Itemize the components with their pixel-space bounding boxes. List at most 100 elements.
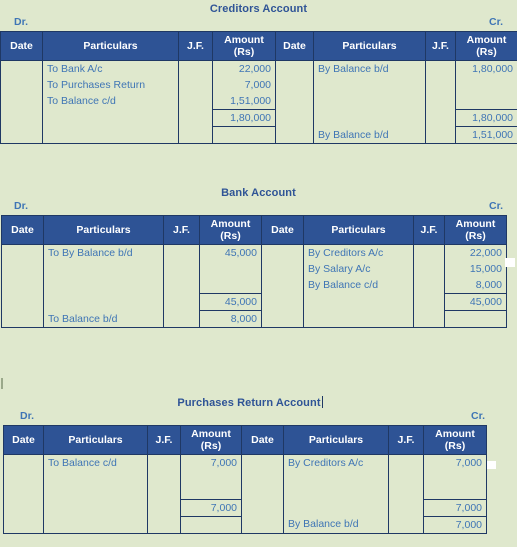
cell-jf-credit[interactable]	[413, 310, 445, 328]
cell-jf-credit[interactable]	[425, 109, 456, 127]
cell-amount-debit[interactable]	[180, 485, 242, 499]
ledger-table-bank[interactable]: Date Particulars J.F. Amount (Rs) Date P…	[1, 215, 507, 328]
cell-date-debit[interactable]	[3, 471, 44, 485]
ledger-table-purchases-return[interactable]: Date Particulars J.F. Amount (Rs) Date P…	[3, 425, 487, 534]
cell-jf-debit[interactable]	[147, 516, 181, 534]
cell-date-debit[interactable]	[0, 109, 43, 127]
cell-particulars-credit[interactable]: By Creditors A/c	[283, 454, 389, 471]
cell-date-credit[interactable]	[261, 244, 304, 261]
table-row[interactable]: To Purchases Return 7,000	[0, 77, 517, 93]
cell-date-debit[interactable]	[0, 60, 43, 77]
table-row[interactable]: By Salary A/c 15,000	[1, 261, 507, 277]
cell-total-credit[interactable]: 45,000	[444, 293, 507, 311]
cell-amount-credit[interactable]: 1,80,000	[455, 60, 517, 77]
cell-date-credit[interactable]	[241, 454, 284, 471]
cell-date-debit[interactable]	[1, 310, 44, 328]
cell-date-debit[interactable]	[3, 499, 44, 516]
cell-jf-credit[interactable]	[413, 277, 445, 294]
cell-particulars-credit[interactable]	[283, 499, 389, 516]
table-row[interactable]: To Balance c/d 1,51,000	[0, 93, 517, 110]
cell-particulars-debit[interactable]: To By Balance b/d	[43, 244, 164, 261]
table-row[interactable]: To Balance c/d 7,000 By Creditors A/c 7,…	[3, 454, 487, 471]
cell-date-debit[interactable]	[1, 277, 44, 294]
cell-amount-debit[interactable]: 7,000	[180, 454, 242, 471]
cell-particulars-credit[interactable]	[313, 109, 426, 127]
cell-date-credit[interactable]	[261, 277, 304, 294]
table-total-row[interactable]: 7,000 7,000	[3, 498, 487, 517]
cell-jf-credit[interactable]	[413, 261, 445, 277]
cell-jf-debit[interactable]	[163, 277, 200, 294]
cell-jf-debit[interactable]	[178, 77, 213, 93]
cell-date-credit[interactable]	[261, 261, 304, 277]
cell-jf-credit[interactable]	[425, 93, 456, 110]
table-row[interactable]	[3, 485, 487, 499]
cell-amount-debit[interactable]: 45,000	[199, 244, 262, 261]
table-row[interactable]: By Balance c/d 8,000	[1, 277, 507, 294]
cell-amount-credit[interactable]	[444, 310, 507, 328]
cell-date-credit[interactable]	[241, 471, 284, 485]
cell-date-debit[interactable]	[3, 516, 44, 534]
cell-total-debit[interactable]: 45,000	[199, 293, 262, 311]
table-row[interactable]: To Balance b/d 8,000	[1, 310, 507, 328]
cell-date-debit[interactable]	[1, 261, 44, 277]
cell-jf-debit[interactable]	[147, 471, 181, 485]
table-row[interactable]: To By Balance b/d 45,000 By Creditors A/…	[1, 244, 507, 261]
cell-date-credit[interactable]	[261, 310, 304, 328]
cell-date-debit[interactable]	[1, 244, 44, 261]
cell-amount-credit[interactable]	[423, 485, 487, 499]
cell-amount-debit[interactable]	[199, 277, 262, 294]
cell-jf-debit[interactable]	[147, 454, 181, 471]
cell-particulars-debit[interactable]	[43, 293, 164, 311]
cell-amount-debit[interactable]	[199, 261, 262, 277]
cell-jf-credit[interactable]	[413, 293, 445, 311]
cell-amount-credit[interactable]: 1,51,000	[455, 126, 517, 144]
cell-date-credit[interactable]	[275, 93, 314, 110]
cell-amount-debit[interactable]	[180, 515, 242, 534]
cell-particulars-credit[interactable]: By Balance c/d	[303, 277, 414, 294]
cell-particulars-debit[interactable]: To Balance c/d	[42, 93, 179, 110]
cell-particulars-credit[interactable]: By Creditors A/c	[303, 244, 414, 261]
cell-particulars-credit[interactable]	[313, 93, 426, 110]
cell-jf-credit[interactable]	[425, 77, 456, 93]
cell-jf-credit[interactable]	[425, 126, 456, 144]
cell-jf-debit[interactable]	[178, 93, 213, 110]
cell-amount-debit[interactable]: 7,000	[212, 77, 276, 93]
cell-amount-debit[interactable]: 8,000	[199, 310, 262, 328]
cell-date-credit[interactable]	[241, 485, 284, 499]
cell-particulars-credit[interactable]	[303, 293, 414, 311]
cell-amount-debit[interactable]: 1,51,000	[212, 93, 276, 110]
cell-jf-debit[interactable]	[178, 109, 213, 127]
cell-amount-credit[interactable]: 8,000	[444, 277, 507, 294]
cell-date-debit[interactable]	[1, 293, 44, 311]
cell-jf-debit[interactable]	[178, 126, 213, 144]
cell-jf-credit[interactable]	[388, 516, 424, 534]
table-row[interactable]: By Balance b/d 1,51,000	[0, 126, 517, 144]
cell-date-credit[interactable]	[275, 77, 314, 93]
cell-jf-credit[interactable]	[425, 60, 456, 77]
cell-total-credit[interactable]: 7,000	[423, 498, 487, 517]
ledger-table-creditors[interactable]: Date Particulars J.F. Amount (Rs) Date P…	[0, 31, 517, 144]
cell-particulars-debit[interactable]	[42, 126, 179, 144]
cell-jf-credit[interactable]	[388, 485, 424, 499]
cell-date-credit[interactable]	[275, 109, 314, 127]
cell-particulars-debit[interactable]	[43, 277, 164, 294]
table-total-row[interactable]: 1,80,000 1,80,000	[0, 109, 517, 127]
cell-particulars-debit[interactable]	[43, 499, 148, 516]
cell-amount-debit[interactable]: 22,000	[212, 60, 276, 77]
cell-jf-credit[interactable]	[413, 244, 445, 261]
cell-jf-debit[interactable]	[163, 310, 200, 328]
cell-particulars-credit[interactable]	[303, 310, 414, 328]
cell-amount-credit[interactable]	[423, 471, 487, 485]
cell-jf-debit[interactable]	[163, 244, 200, 261]
table-row[interactable]: To Bank A/c 22,000 By Balance b/d 1,80,0…	[0, 60, 517, 77]
cell-date-credit[interactable]	[275, 60, 314, 77]
cell-particulars-credit[interactable]: By Salary A/c	[303, 261, 414, 277]
cell-total-debit[interactable]: 7,000	[180, 498, 242, 517]
cell-jf-debit[interactable]	[147, 485, 181, 499]
cell-jf-debit[interactable]	[178, 60, 213, 77]
cell-total-debit[interactable]: 1,80,000	[212, 109, 276, 127]
cell-jf-credit[interactable]	[388, 454, 424, 471]
cell-jf-debit[interactable]	[147, 499, 181, 516]
cell-particulars-debit[interactable]	[43, 261, 164, 277]
cell-particulars-debit[interactable]: To Balance b/d	[43, 310, 164, 328]
